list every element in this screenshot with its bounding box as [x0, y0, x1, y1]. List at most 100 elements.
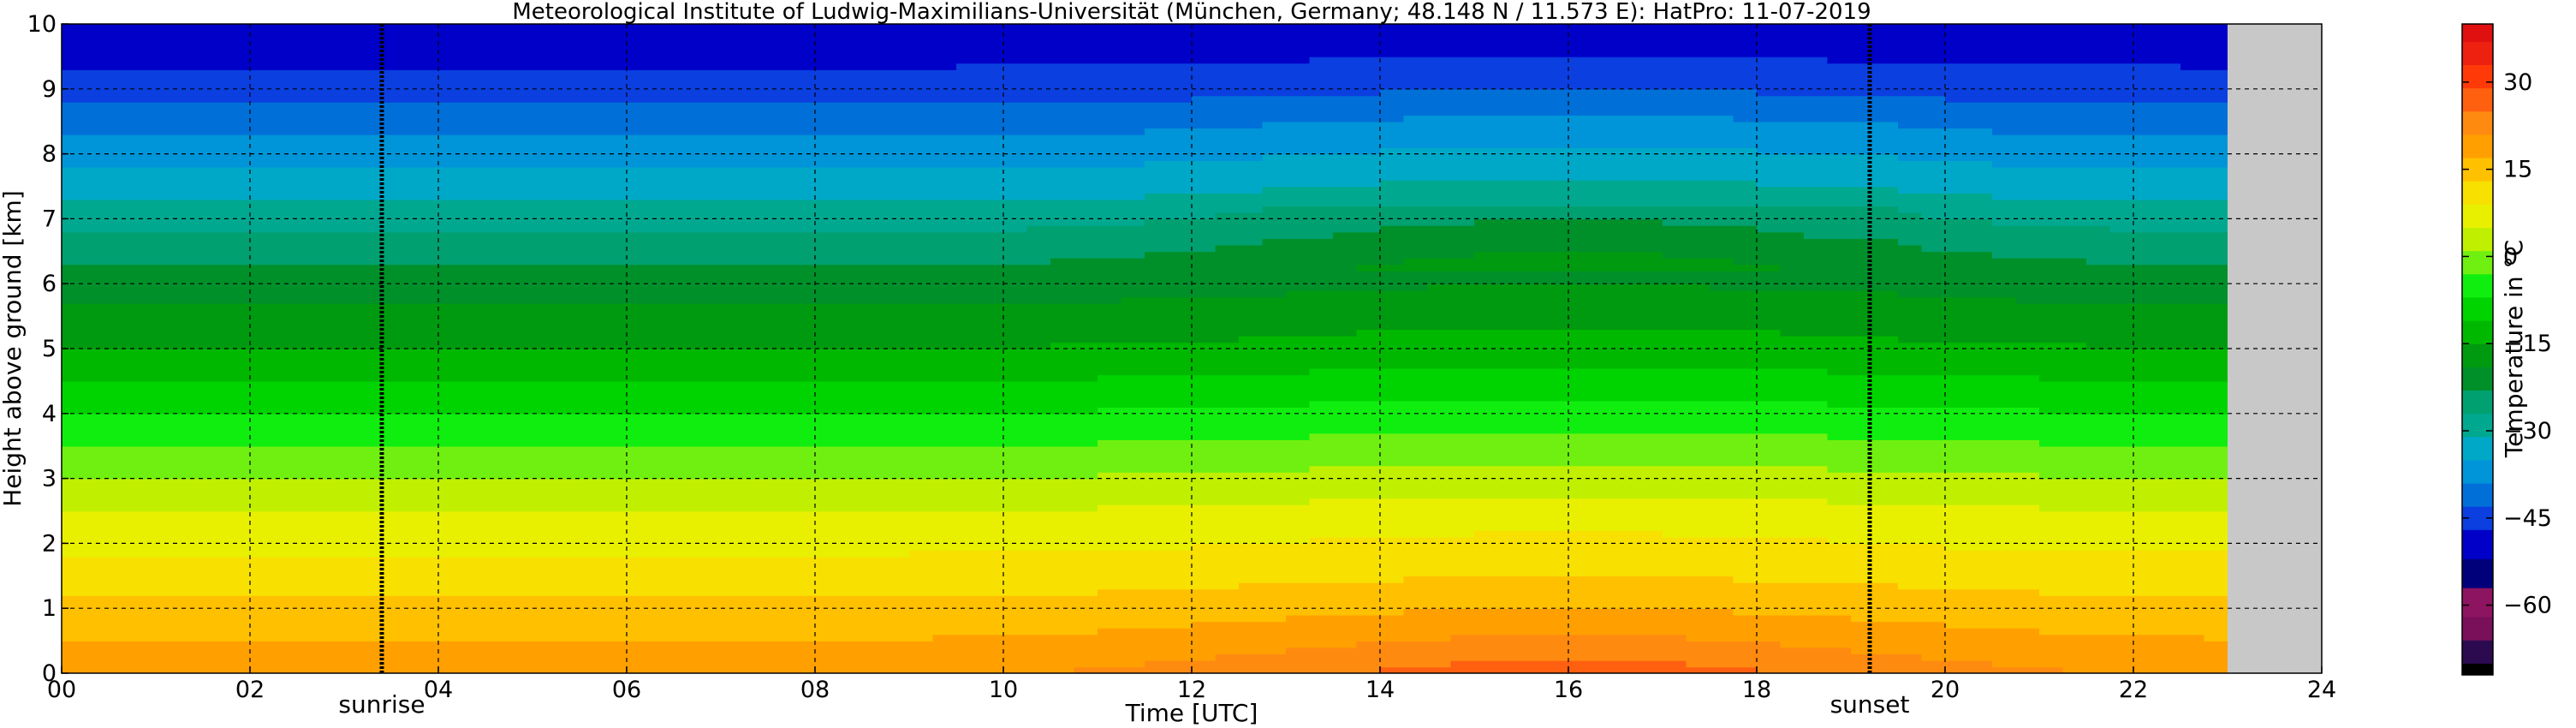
- heatmap-cell: [768, 166, 793, 175]
- heatmap-cell: [461, 543, 486, 551]
- heatmap-cell: [1145, 659, 1169, 668]
- heatmap-cell: [461, 380, 486, 389]
- heatmap-cell: [838, 75, 863, 84]
- heatmap-cell: [1192, 63, 1217, 70]
- heatmap-cell: [1215, 595, 1240, 603]
- heatmap-cell: [650, 595, 675, 603]
- heatmap-cell: [674, 322, 699, 331]
- heatmap-cell: [1074, 108, 1098, 116]
- heatmap-cell: [273, 179, 298, 188]
- heatmap-cell: [603, 582, 628, 590]
- heatmap-cell: [721, 400, 746, 409]
- heatmap-cell: [1074, 63, 1098, 70]
- heatmap-cell: [627, 445, 651, 454]
- heatmap-cell: [1003, 63, 1028, 70]
- heatmap-cell: [109, 536, 134, 545]
- heatmap-cell: [721, 420, 746, 427]
- heatmap-cell: [461, 121, 486, 129]
- heatmap-cell: [250, 231, 275, 239]
- heatmap-cell: [721, 387, 746, 395]
- heatmap-cell: [721, 88, 746, 97]
- heatmap-cell: [391, 458, 416, 467]
- heatmap-cell: [85, 653, 110, 661]
- heatmap-cell: [1050, 283, 1075, 291]
- heatmap-cell: [1098, 153, 1122, 161]
- heatmap-cell: [650, 166, 675, 175]
- heatmap-cell: [509, 420, 533, 427]
- heatmap-cell: [979, 244, 1004, 253]
- heatmap-cell: [179, 289, 204, 298]
- heatmap-cell: [1168, 316, 1193, 324]
- heatmap-cell: [320, 400, 345, 409]
- heatmap-cell: [744, 283, 769, 291]
- heatmap-cell: [226, 193, 251, 200]
- heatmap-cell: [109, 426, 134, 434]
- heatmap-cell: [580, 647, 604, 655]
- heatmap-cell: [1098, 426, 1122, 434]
- heatmap-cell: [697, 543, 722, 551]
- heatmap-cell: [414, 576, 439, 583]
- heatmap-cell: [909, 478, 934, 486]
- heatmap-cell: [603, 458, 628, 467]
- heatmap-cell: [509, 510, 533, 518]
- heatmap-cell: [956, 166, 981, 175]
- heatmap-cell: [1121, 316, 1145, 324]
- heatmap-cell: [838, 296, 863, 304]
- heatmap-cell: [979, 231, 1004, 239]
- heatmap-cell: [1026, 420, 1051, 427]
- heatmap-cell: [603, 88, 628, 97]
- heatmap-cell: [697, 257, 722, 266]
- heatmap-cell: [1026, 433, 1051, 440]
- heatmap-cell: [1192, 95, 1217, 103]
- heatmap-cell: [697, 166, 722, 175]
- heatmap-cell: [909, 530, 934, 538]
- heatmap-cell: [932, 50, 957, 57]
- heatmap-cell: [414, 24, 439, 32]
- heatmap-cell: [179, 166, 204, 175]
- heatmap-cell: [1050, 179, 1075, 188]
- heatmap-cell: [320, 37, 345, 45]
- heatmap-cell: [109, 342, 134, 349]
- heatmap-cell: [744, 322, 769, 331]
- heatmap-cell: [580, 296, 604, 304]
- heatmap-cell: [697, 530, 722, 538]
- heatmap-cell: [956, 485, 981, 492]
- heatmap-cell: [768, 349, 793, 356]
- heatmap-cell: [109, 179, 134, 188]
- heatmap-cell: [674, 75, 699, 84]
- heatmap-cell: [556, 349, 580, 356]
- heatmap-cell: [438, 121, 463, 129]
- heatmap-cell: [509, 647, 533, 655]
- heatmap-cell: [156, 413, 181, 421]
- heatmap-cell: [791, 355, 816, 362]
- heatmap-cell: [697, 549, 722, 558]
- heatmap-cell: [580, 128, 604, 135]
- heatmap-cell: [580, 179, 604, 188]
- heatmap-cell: [414, 108, 439, 116]
- heatmap-cell: [62, 641, 86, 648]
- heatmap-cell: [1003, 608, 1028, 616]
- heatmap-cell: [509, 361, 533, 369]
- heatmap-cell: [273, 271, 298, 278]
- heatmap-cell: [862, 121, 887, 129]
- heatmap-cell: [815, 173, 840, 181]
- heatmap-cell: [226, 407, 251, 415]
- heatmap-cell: [1003, 374, 1028, 382]
- heatmap-cell: [791, 199, 816, 207]
- heatmap-cell: [297, 121, 322, 129]
- heatmap-cell: [885, 147, 910, 155]
- heatmap-cell: [791, 485, 816, 492]
- heatmap-cell: [580, 316, 604, 324]
- heatmap-cell: [203, 387, 228, 395]
- heatmap-cell: [461, 588, 486, 596]
- heatmap-cell: [674, 238, 699, 246]
- heatmap-cell: [1145, 641, 1169, 648]
- heatmap-cell: [1168, 387, 1193, 395]
- heatmap-cell: [627, 355, 651, 362]
- heatmap-cell: [909, 614, 934, 623]
- heatmap-cell: [627, 173, 651, 181]
- heatmap-cell: [580, 641, 604, 648]
- heatmap-cell: [438, 289, 463, 298]
- heatmap-cell: [1003, 659, 1028, 668]
- heatmap-cell: [838, 498, 863, 505]
